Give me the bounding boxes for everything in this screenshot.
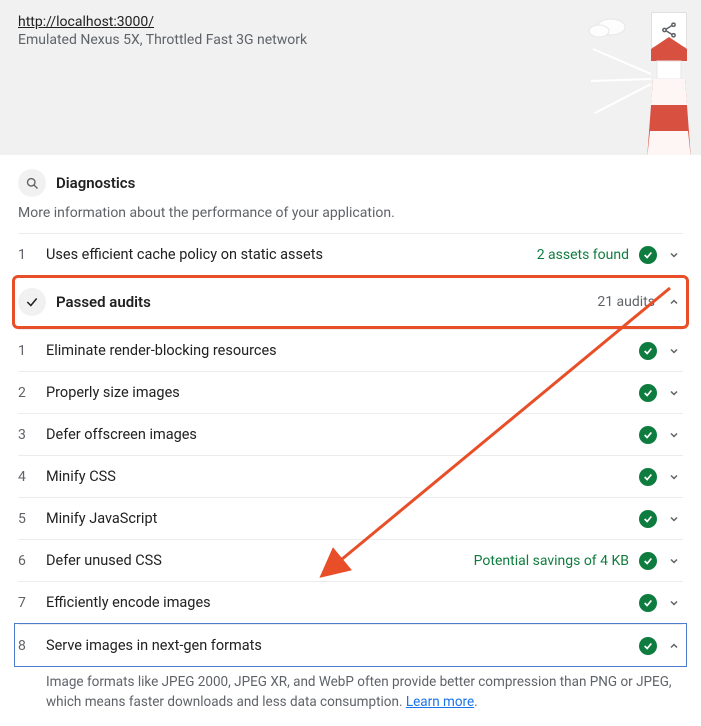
pass-icon xyxy=(639,552,657,570)
audit-row[interactable]: 7Efficiently encode images xyxy=(18,581,683,623)
pass-icon xyxy=(639,384,657,402)
row-label: Serve images in next-gen formats xyxy=(46,637,639,654)
passed-audits-count: 21 audits xyxy=(597,294,655,310)
passed-audits-header[interactable]: Passed audits 21 audits xyxy=(18,278,683,326)
chevron-down-icon[interactable] xyxy=(665,513,683,525)
row-index: 4 xyxy=(18,469,46,485)
row-label: Uses efficient cache policy on static as… xyxy=(46,246,537,263)
pass-icon xyxy=(639,246,657,264)
audit-list: 1Eliminate render-blocking resources2Pro… xyxy=(18,329,683,726)
report-header: http://localhost:3000/ Emulated Nexus 5X… xyxy=(0,0,701,155)
pass-icon xyxy=(639,468,657,486)
chevron-down-icon[interactable] xyxy=(665,429,683,441)
audit-row[interactable]: 5Minify JavaScript xyxy=(18,497,683,539)
audit-row[interactable]: 6Defer unused CSSPotential savings of 4 … xyxy=(18,539,683,581)
environment-line: Emulated Nexus 5X, Throttled Fast 3G net… xyxy=(18,32,683,48)
share-button[interactable] xyxy=(651,12,687,48)
chevron-down-icon[interactable] xyxy=(665,249,683,261)
row-index: 7 xyxy=(18,595,46,611)
row-index: 2 xyxy=(18,385,46,401)
audit-row[interactable]: 8Serve images in next-gen formats xyxy=(18,624,683,666)
audit-row[interactable]: 4Minify CSS xyxy=(18,455,683,497)
diagnostics-title: Diagnostics xyxy=(56,174,135,192)
magnifier-icon xyxy=(18,169,46,197)
row-info: 2 assets found xyxy=(537,247,629,263)
chevron-down-icon[interactable] xyxy=(665,387,683,399)
row-index: 6 xyxy=(18,553,46,569)
audit-row[interactable]: 1Eliminate render-blocking resources xyxy=(18,329,683,371)
row-label: Minify JavaScript xyxy=(46,510,639,527)
row-index: 3 xyxy=(18,427,46,443)
diagnostics-section: Diagnostics More information about the p… xyxy=(0,155,701,726)
audit-row[interactable]: 3Defer offscreen images xyxy=(18,413,683,455)
row-label: Efficiently encode images xyxy=(46,594,639,611)
chevron-down-icon[interactable] xyxy=(665,597,683,609)
audit-description: Image formats like JPEG 2000, JPEG XR, a… xyxy=(18,667,683,726)
pass-icon xyxy=(639,594,657,612)
row-index: 1 xyxy=(18,343,46,359)
share-icon xyxy=(660,21,678,39)
audit-description-text: Image formats like JPEG 2000, JPEG XR, a… xyxy=(46,674,672,710)
row-label: Eliminate render-blocking resources xyxy=(46,342,639,359)
pass-icon xyxy=(639,637,657,655)
chevron-down-icon[interactable] xyxy=(665,471,683,483)
passed-audits-highlight: Passed audits 21 audits xyxy=(12,275,689,329)
diagnostic-row[interactable]: 1 Uses efficient cache policy on static … xyxy=(18,233,683,275)
row-index: 5 xyxy=(18,511,46,527)
pass-icon xyxy=(639,426,657,444)
pass-icon xyxy=(639,510,657,528)
audit-row[interactable]: 2Properly size images xyxy=(18,371,683,413)
row-index: 8 xyxy=(18,638,46,654)
chevron-down-icon[interactable] xyxy=(665,555,683,567)
chevron-up-icon[interactable] xyxy=(665,640,683,652)
checkmark-icon xyxy=(18,288,46,316)
audit-highlight: 8Serve images in next-gen formats xyxy=(14,623,687,667)
row-label: Defer unused CSS xyxy=(46,552,474,569)
row-index: 1 xyxy=(18,247,46,263)
chevron-down-icon[interactable] xyxy=(665,345,683,357)
learn-more-link[interactable]: Learn more xyxy=(406,694,474,710)
passed-audits-label: Passed audits xyxy=(56,293,597,311)
report-url-link[interactable]: http://localhost:3000/ xyxy=(18,14,154,30)
row-label: Properly size images xyxy=(46,384,639,401)
pass-icon xyxy=(639,342,657,360)
chevron-up-icon[interactable] xyxy=(665,296,683,308)
row-info: Potential savings of 4 KB xyxy=(474,553,629,569)
diagnostics-heading-row: Diagnostics xyxy=(18,155,683,201)
diagnostics-subtitle: More information about the performance o… xyxy=(18,201,683,233)
row-label: Minify CSS xyxy=(46,468,639,485)
row-label: Defer offscreen images xyxy=(46,426,639,443)
